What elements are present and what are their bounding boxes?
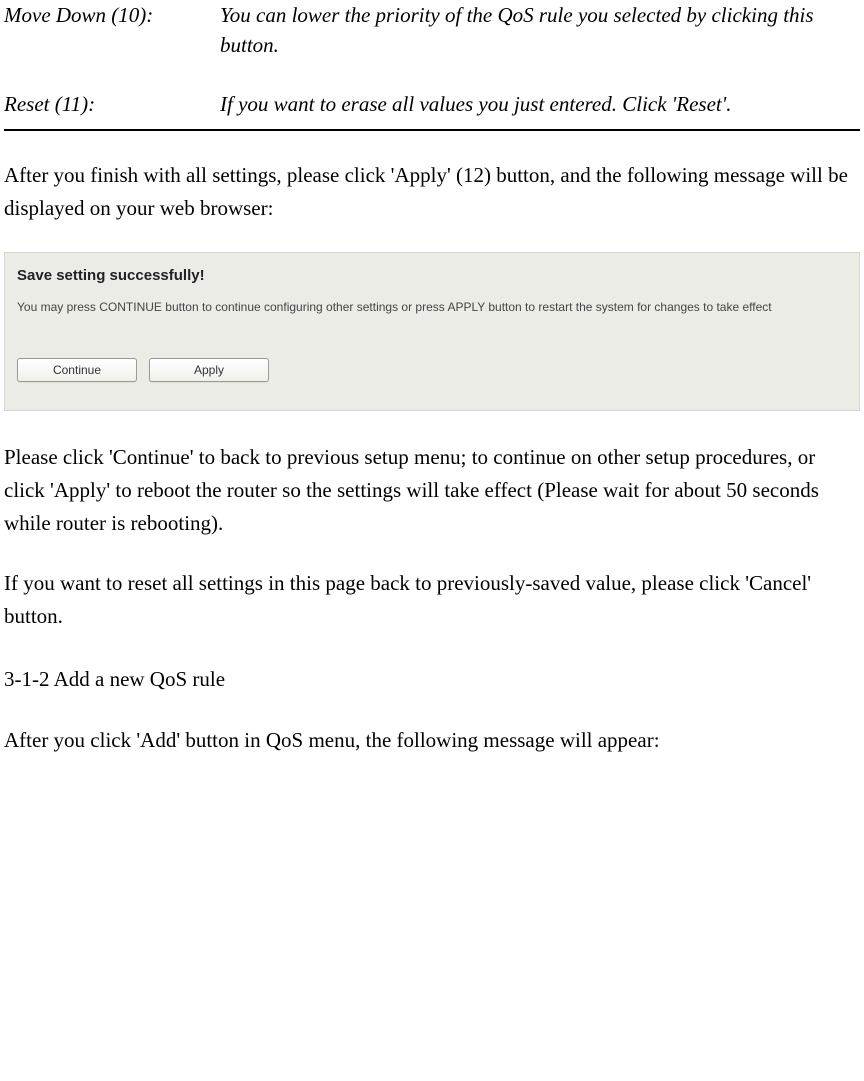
continue-button[interactable]: Continue xyxy=(17,358,137,382)
dialog-message: You may press CONTINUE button to continu… xyxy=(17,298,847,316)
def-reset-label: Reset (11): xyxy=(4,89,220,125)
paragraph-cancel: If you want to reset all settings in thi… xyxy=(4,567,860,632)
def-reset-desc: If you want to erase all values you just… xyxy=(220,89,860,125)
definitions-table: Move Down (10): You can lower the priori… xyxy=(4,0,860,125)
save-setting-dialog: Save setting successfully! You may press… xyxy=(4,252,860,411)
paragraph-continue-apply: Please click 'Continue' to back to previ… xyxy=(4,441,860,539)
dialog-button-row: Continue Apply xyxy=(17,358,847,382)
def-move-down-desc: You can lower the priority of the QoS ru… xyxy=(220,0,860,89)
paragraph-apply-instruction: After you finish with all settings, plea… xyxy=(4,159,860,224)
def-move-down-label: Move Down (10): xyxy=(4,0,220,89)
section-heading-add-qos: 3-1-2 Add a new QoS rule xyxy=(4,664,860,696)
paragraph-add-instruction: After you click 'Add' button in QoS menu… xyxy=(4,724,860,757)
definitions-divider xyxy=(4,129,860,131)
apply-button[interactable]: Apply xyxy=(149,358,269,382)
dialog-title: Save setting successfully! xyxy=(17,267,847,284)
